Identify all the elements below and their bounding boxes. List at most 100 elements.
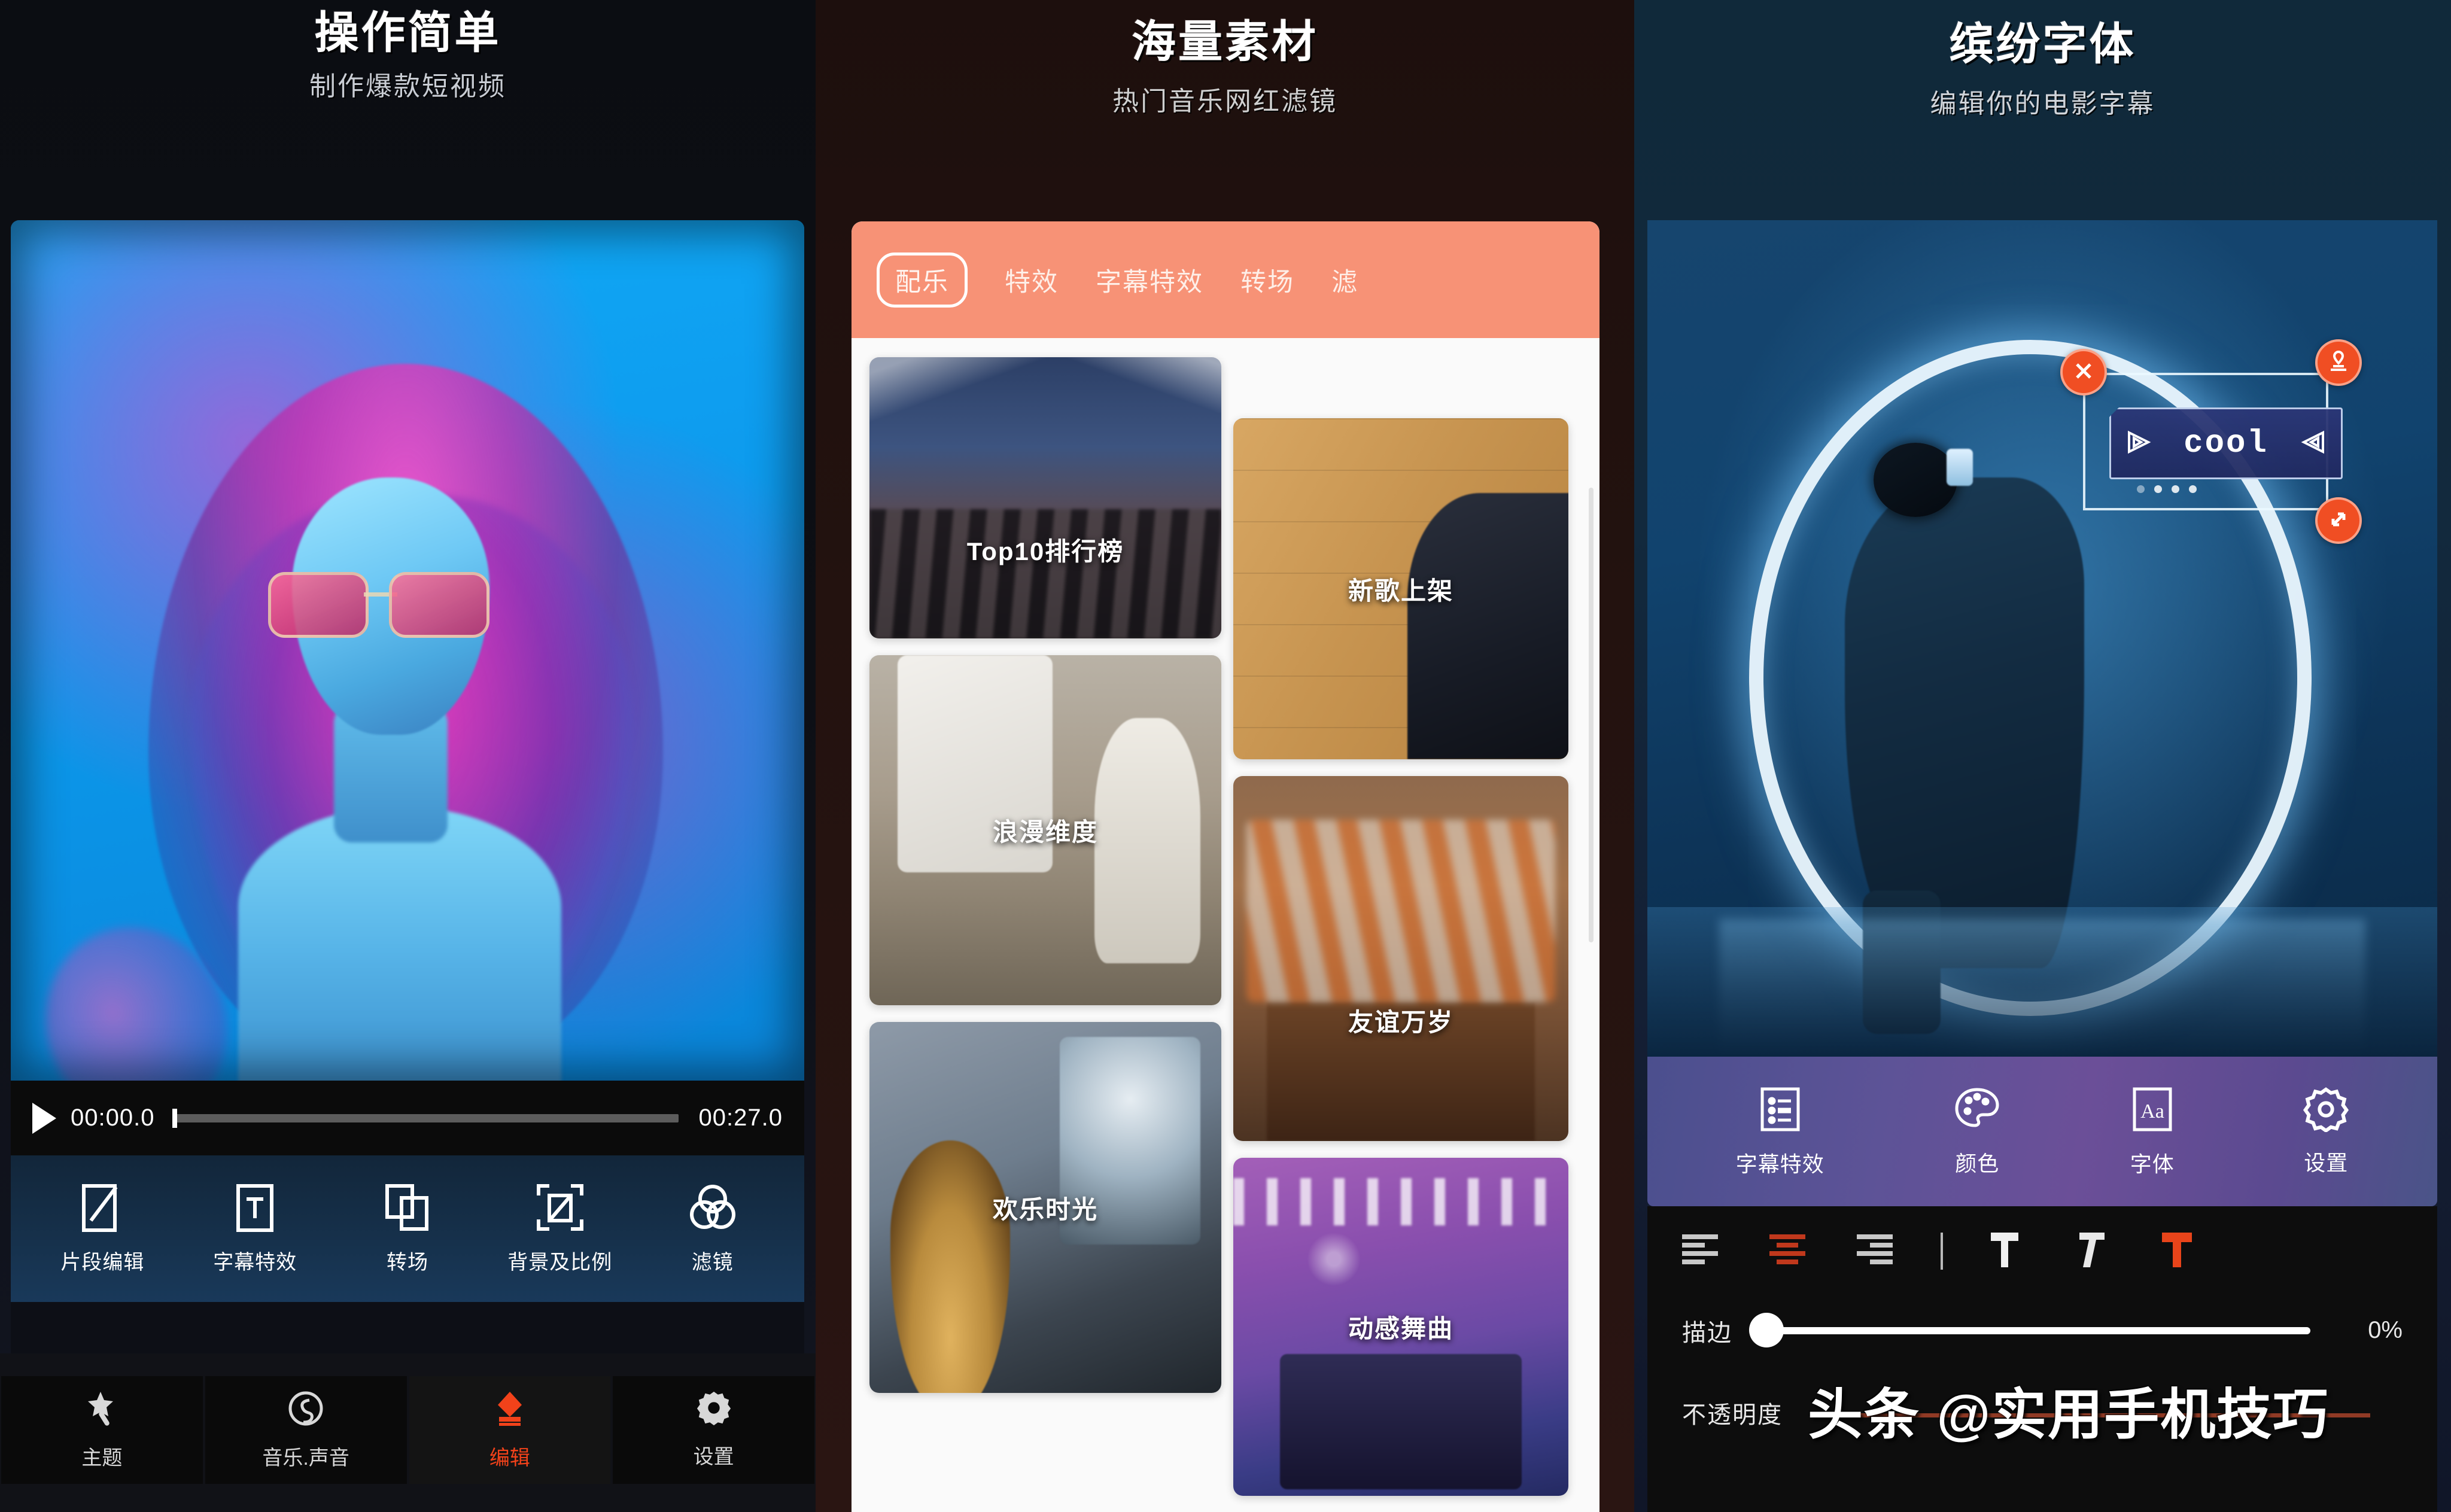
text-italic-icon[interactable] [2073,1229,2108,1274]
category-tab-bar: 配乐 特效 字幕特效 转场 滤 [852,221,1599,352]
resize-diagonal-icon [2326,507,2351,535]
nav-item-settings[interactable]: 设置 [613,1376,814,1484]
format-divider [1941,1233,1943,1270]
nav-label: 主题 [81,1447,123,1470]
tab-zimu-texiao[interactable]: 字幕特效 [1096,261,1203,299]
card-label: 浪漫维度 [992,818,1098,846]
tab-peiyue[interactable]: 配乐 [877,252,968,308]
panel-colorful-fonts: 缤纷字体 编辑你的电影字幕 cool 字幕特效 颜色 Aa 字体 设置 描边 0… [1634,0,2451,1512]
close-icon [2072,359,2096,386]
nav-label: 设置 [693,1446,734,1468]
page-dot [2137,485,2145,493]
current-time: 00:00.0 [71,1105,155,1131]
tool-label: 字幕特效 [1735,1151,1824,1176]
playback-bar: 00:00.0 00:27.0 [11,1081,804,1155]
text-canvas-preview[interactable]: cool [1647,220,2437,1057]
card-label: 友谊万岁 [1348,1008,1453,1037]
bottom-nav: 主题 音乐.声音 编辑 设置 [0,1353,816,1512]
material-card[interactable]: 动感舞曲 [1233,1158,1568,1496]
tab-texiao[interactable]: 特效 [1005,261,1059,299]
vertical-scrollbar[interactable] [1589,488,1594,942]
panel3-subtitle: 编辑你的电影字幕 [1930,89,2155,118]
align-right-icon[interactable] [1853,1232,1896,1271]
edit-pen-icon [491,1389,529,1431]
panel1-header: 操作简单 制作爆款短视频 [0,0,816,103]
text-chip[interactable]: cool [2109,407,2343,479]
panel3-title: 缤纷字体 [1949,19,2136,69]
play-left-icon[interactable] [2124,429,2152,458]
tab-zhuanchang[interactable]: 转场 [1240,261,1294,299]
palette-icon [1953,1086,2001,1136]
magic-wand-icon [83,1389,121,1431]
card-label: Top10排行榜 [966,537,1124,566]
toolbar-gap [11,1302,804,1353]
align-left-icon[interactable] [1678,1232,1722,1271]
nav-item-theme[interactable]: 主题 [1,1376,203,1484]
phone-frame-2: 配乐 特效 字幕特效 转场 滤 Top10排行榜 浪漫维度 欢乐时光 新歌上架 … [852,221,1599,1512]
play-icon[interactable] [32,1102,56,1134]
svg-text:Aa: Aa [2140,1100,2164,1122]
water-surface [1647,907,2437,1057]
panel-massive-material: 海量素材 热门音乐网红滤镜 配乐 特效 字幕特效 转场 滤 Top10排行榜 浪… [816,0,1634,1512]
tool-background-ratio[interactable]: 背景及比例 [500,1182,620,1275]
panel3-header: 缤纷字体 编辑你的电影字幕 [1634,0,2451,120]
nav-item-music-sound[interactable]: 音乐.声音 [205,1376,407,1484]
stamp-handle[interactable] [2315,339,2362,386]
material-card[interactable]: 欢乐时光 [869,1022,1221,1393]
panel-easy-operation: 操作简单 制作爆款短视频 00:00.0 00:27.0 片段编辑 字幕特效 转… [0,0,816,1512]
clip-edit-icon [79,1182,126,1234]
material-card[interactable]: 新歌上架 [1233,418,1568,759]
stroke-value: 0% [2368,1317,2403,1343]
tool-label: 颜色 [1955,1151,2000,1176]
align-center-icon[interactable] [1766,1232,1809,1271]
page-dot [2154,485,2162,493]
phone-frame-3: cool 字幕特效 颜色 Aa 字体 设置 描边 0% 不透明度 [1647,220,2437,1512]
stroke-slider-row: 描边 0% [1647,1296,2437,1365]
tool-font[interactable]: Aa 字体 [2130,1085,2175,1178]
music-note-icon [287,1389,325,1431]
card-label: 动感舞曲 [1348,1315,1453,1343]
text-style-group [1987,1229,2194,1274]
tool-settings[interactable]: 设置 [2303,1087,2349,1177]
tool-transition[interactable]: 转场 [348,1182,467,1275]
tool-subtitle-effect[interactable]: 字幕特效 [1736,1085,1824,1178]
tool-label: 滤镜 [691,1251,734,1274]
figure-head [1874,443,1957,517]
close-handle[interactable] [2060,349,2107,396]
nav-label: 编辑 [489,1447,530,1470]
tool-clip-edit[interactable]: 片段编辑 [42,1182,162,1275]
stroke-slider-knob[interactable] [1749,1312,1784,1347]
material-grid: Top10排行榜 浪漫维度 欢乐时光 新歌上架 友谊万岁 动感舞曲 [852,338,1599,1512]
card-label: 欢乐时光 [992,1195,1098,1224]
play-right-icon[interactable] [2300,429,2328,458]
tool-label: 字体 [2130,1151,2175,1176]
text-value: cool [2184,425,2268,462]
text-bold-icon[interactable] [1987,1229,2022,1274]
transition-icon [384,1182,431,1234]
text-color-icon[interactable] [2160,1229,2194,1274]
tool-filter[interactable]: 滤镜 [653,1182,773,1275]
progress-scrubber[interactable] [172,1108,679,1128]
sunglass-lens-right [389,572,489,638]
text-format-bar [1647,1206,2437,1296]
resize-handle[interactable] [2315,497,2362,544]
nav-item-edit[interactable]: 编辑 [409,1376,611,1484]
grid-column-right: 新歌上架 友谊万岁 动感舞曲 [1233,351,1568,1512]
watermark-text: 头条 @实用手机技巧 [1808,1385,2330,1446]
alignment-group [1678,1232,1896,1271]
panel3-bottom-fill [1647,1461,2437,1512]
stroke-slider[interactable] [1749,1312,2310,1347]
text-selection-widget[interactable]: cool [2060,339,2362,544]
video-preview[interactable] [11,220,804,1081]
material-card[interactable]: Top10排行榜 [869,357,1221,638]
material-card[interactable]: 浪漫维度 [869,655,1221,1005]
tool-color[interactable]: 颜色 [1953,1086,2001,1178]
tool-subtitle-effect[interactable]: 字幕特效 [195,1182,315,1275]
progress-knob[interactable] [172,1108,178,1128]
portrait-body [238,807,561,1081]
tab-lvjing[interactable]: 滤 [1331,261,1358,299]
material-card[interactable]: 友谊万岁 [1233,776,1568,1141]
background-ratio-icon [535,1182,585,1234]
tool-label: 设置 [2304,1150,2349,1175]
tool-label: 片段编辑 [60,1251,145,1274]
